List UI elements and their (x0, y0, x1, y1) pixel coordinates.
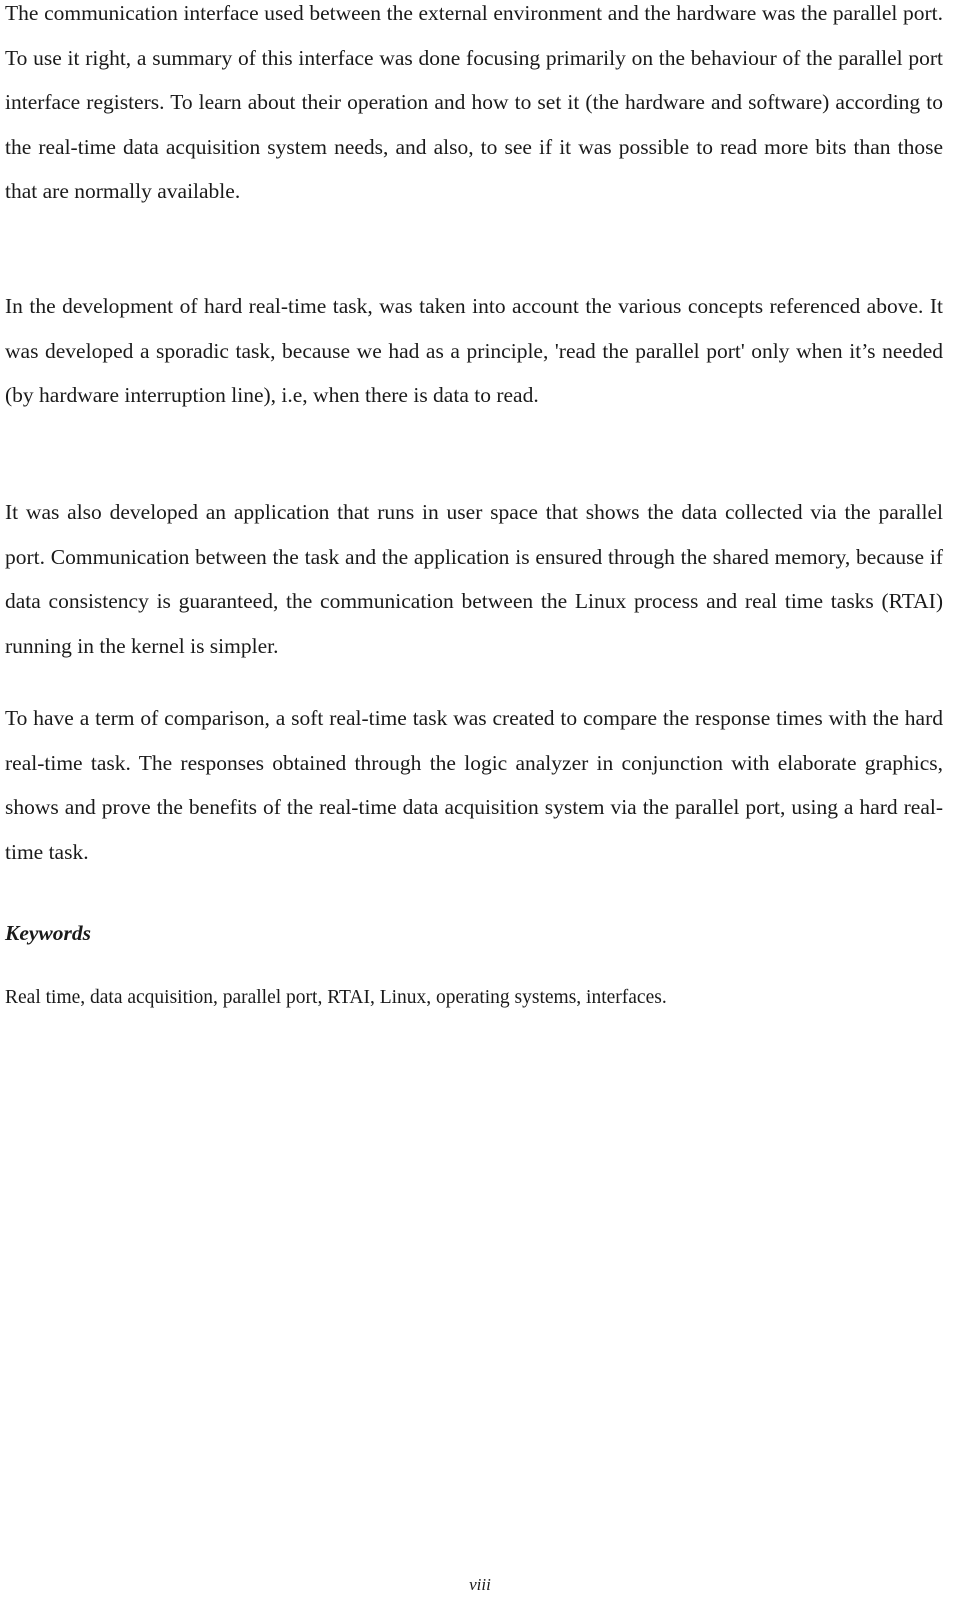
keywords-heading: Keywords (5, 921, 91, 945)
page-number: viii (469, 1575, 491, 1594)
paragraph-hard-real-time-task: In the development of hard real-time tas… (5, 294, 943, 407)
paragraph-soft-real-time-comparison: To have a term of comparison, a soft rea… (5, 706, 943, 864)
paragraph-user-space-application: It was also developed an application tha… (5, 500, 943, 658)
paragraph-parallel-port-interface: The communication interface used between… (5, 1, 943, 203)
keywords-list: Real time, data acquisition, parallel po… (5, 987, 667, 1008)
